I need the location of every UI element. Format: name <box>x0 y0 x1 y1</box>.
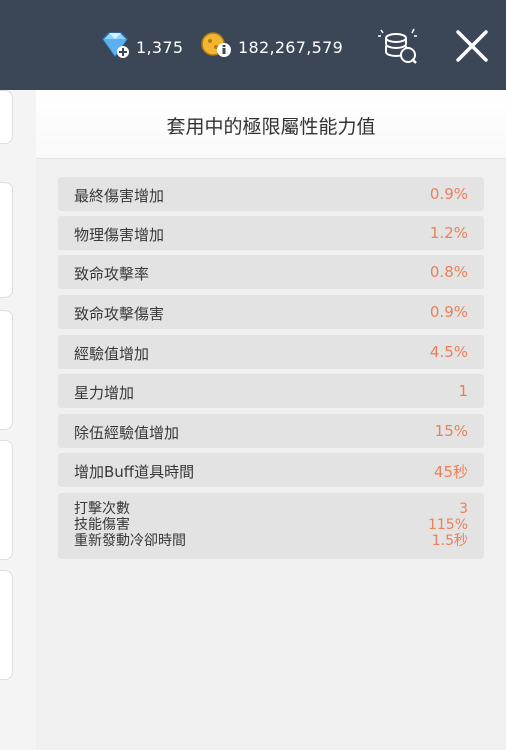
multi-stat-row: 打擊次數 3 技能傷害 115% 重新發動冷卻時間 1.5秒 <box>58 493 484 559</box>
stat-row: 致命攻擊傷害 0.9% <box>58 295 484 329</box>
stat-value: 4.5% <box>429 343 468 361</box>
stat-row: 物理傷害增加 1.2% <box>58 216 484 250</box>
gem-amount: 1,375 <box>136 37 184 57</box>
stat-value: 3 <box>459 501 468 517</box>
gem-icon <box>98 30 132 64</box>
close-icon <box>450 30 494 72</box>
stat-value: 115% <box>427 517 468 533</box>
stat-label: 致命攻擊率 <box>74 265 150 283</box>
stat-row: 除伍經驗值增加 15% <box>58 414 484 448</box>
stat-value: 0.8% <box>429 263 468 281</box>
stat-value: 45秒 <box>433 463 468 481</box>
meso-amount: 182,267,579 <box>238 37 344 57</box>
stat-value: 1.2% <box>429 224 468 242</box>
gem-counter: 1,375 <box>98 30 183 64</box>
stat-row: 經驗值增加 4.5% <box>58 335 484 369</box>
stat-value: 1.5秒 <box>431 533 468 549</box>
panel-title: 套用中的極限屬性能力值 <box>166 116 376 138</box>
stat-label: 致命攻擊傷害 <box>74 305 165 323</box>
coin-shop-icon <box>374 28 422 72</box>
stat-row: 星力增加 1 <box>58 374 484 408</box>
stat-row: 最終傷害增加 0.9% <box>58 177 484 211</box>
stat-label: 星力增加 <box>74 384 135 402</box>
stat-label: 重新發動冷卻時間 <box>74 533 186 549</box>
stat-value: 15% <box>434 422 468 440</box>
stat-label: 技能傷害 <box>74 517 130 533</box>
stat-label: 除伍經驗值增加 <box>74 424 180 442</box>
stat-label: 打擊次數 <box>74 501 130 517</box>
left-tab[interactable] <box>0 310 13 430</box>
left-tab[interactable] <box>0 90 13 144</box>
stat-value: 1 <box>458 382 468 400</box>
left-tab[interactable] <box>0 570 13 680</box>
stat-value: 0.9% <box>429 303 468 321</box>
stat-label: 最終傷害增加 <box>74 187 165 205</box>
stat-value: 0.9% <box>429 185 468 203</box>
stat-label: 經驗值增加 <box>74 345 150 363</box>
mesos-icon <box>198 30 234 64</box>
left-tab[interactable] <box>0 182 13 298</box>
stat-row: 增加Buff道具時間 45秒 <box>58 453 484 487</box>
top-bar: 1,375 182,267,579 <box>0 0 506 90</box>
stat-label: 增加Buff道具時間 <box>74 463 195 481</box>
meso-counter: 182,267,579 <box>198 30 343 64</box>
panel-header: 套用中的極限屬性能力值 <box>36 90 506 159</box>
stat-row: 致命攻擊率 0.8% <box>58 255 484 289</box>
left-tab[interactable] <box>0 440 13 560</box>
close-button[interactable] <box>450 24 494 68</box>
stat-label: 物理傷害增加 <box>74 226 165 244</box>
coin-shop-button[interactable] <box>374 24 422 68</box>
left-panel <box>0 90 36 750</box>
